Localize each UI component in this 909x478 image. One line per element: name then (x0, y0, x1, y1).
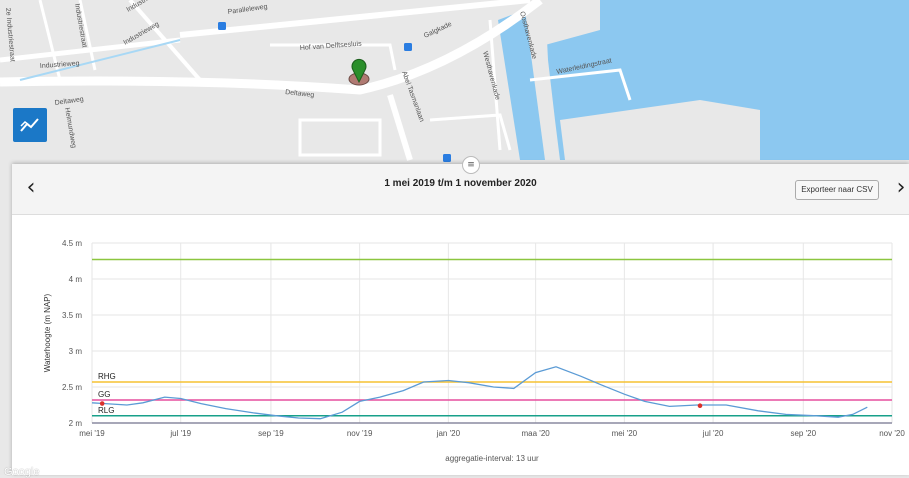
x-tick-label: jan '20 (436, 429, 461, 438)
drag-handle-icon[interactable]: ≡ (462, 156, 480, 174)
x-tick-label: nov '20 (879, 429, 905, 438)
water-level-chart: 2 m 2.5 m 3 m 3.5 m 4 m 4.5 m mei '19 jul '19 se… (43, 239, 905, 463)
x-tick-label: maa '20 (522, 429, 551, 438)
x-tick-label: jul '19 (169, 429, 191, 438)
x-tick-label: mei '20 (612, 429, 638, 438)
period-title: 1 mei 2019 t/m 1 november 2020 (384, 178, 537, 189)
aggregation-interval-label: aggregatie-interval: 13 uur (445, 454, 539, 463)
data-marker (697, 403, 703, 409)
x-tick-label: nov '19 (347, 429, 373, 438)
chart-panel: ‹ 1 mei 2019 t/m 1 november 2020 Exporte… (12, 156, 909, 475)
x-tick-label: sep '19 (258, 429, 284, 438)
reference-line-label: GG (98, 390, 110, 399)
y-tick-label: 3 m (69, 347, 83, 356)
y-tick-label: 2 m (69, 419, 83, 428)
y-tick-label: 2.5 m (62, 383, 82, 392)
export-csv-button[interactable]: Exporteer naar CSV (795, 180, 879, 200)
data-marker (99, 401, 105, 406)
next-period-button[interactable]: › (892, 176, 909, 200)
bus-stop-icon[interactable] (443, 154, 451, 162)
y-tick-label: 3.5 m (62, 311, 82, 320)
bus-stop-icon[interactable] (404, 43, 412, 51)
y-tick-label: 4 m (69, 275, 83, 284)
chart-toggle-button[interactable] (13, 108, 47, 142)
panel-header: ‹ 1 mei 2019 t/m 1 november 2020 Exporte… (12, 164, 909, 215)
reference-line-label: RLG (98, 406, 114, 415)
chart-line-icon (20, 118, 39, 132)
reference-line-label: RHG (98, 372, 116, 381)
bus-stop-icon[interactable] (218, 22, 226, 30)
x-tick-label: jul '20 (702, 429, 724, 438)
y-tick-label: 4.5 m (62, 239, 82, 248)
water-level-series-line (91, 366, 868, 420)
x-tick-label: sep '20 (790, 429, 816, 438)
x-tick-label: mei '19 (79, 429, 105, 438)
google-logo: Google (4, 466, 40, 478)
y-axis-label: Waterhoogte (m NAP) (43, 293, 52, 372)
